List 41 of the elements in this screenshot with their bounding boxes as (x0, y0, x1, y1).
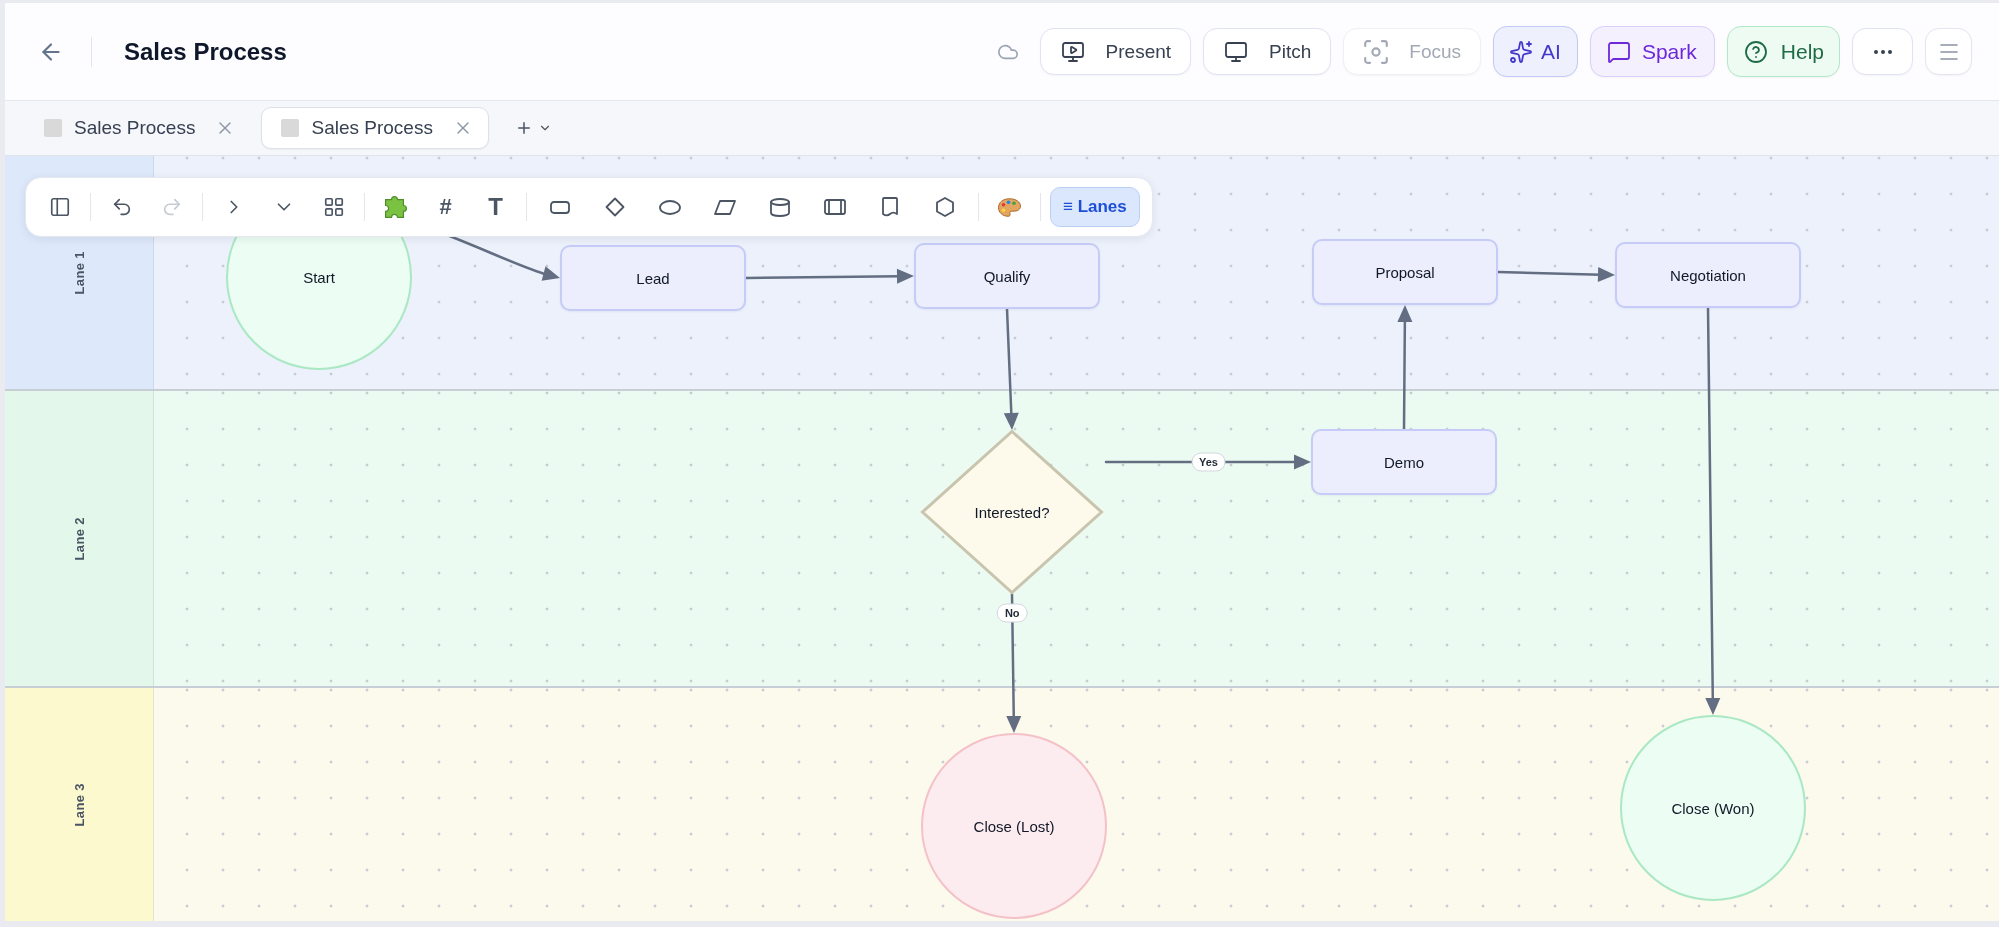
text-tool-button[interactable]: T (474, 187, 517, 227)
pitch-button[interactable]: Pitch (1203, 28, 1332, 75)
lane-label: Lane 2 (71, 516, 87, 561)
lanes-button[interactable]: ≡ Lanes (1050, 187, 1140, 227)
ellipse-icon (659, 199, 681, 215)
spark-button[interactable]: Spark (1589, 26, 1715, 77)
focus-frame-icon (1364, 39, 1389, 64)
grid-icon (322, 196, 345, 218)
ai-button[interactable]: AI (1493, 26, 1578, 77)
square-icon (44, 119, 62, 137)
sparkles-icon (1509, 39, 1534, 64)
puzzle-piece-icon (384, 196, 407, 218)
monitor-play-icon (1060, 39, 1085, 64)
process-node: Demo (1311, 429, 1497, 495)
square-icon (281, 119, 300, 137)
parallelogram-icon (714, 199, 736, 215)
monitor-icon (1224, 39, 1249, 64)
rectangle-icon (550, 200, 570, 214)
document-tab[interactable]: Sales Process (261, 107, 489, 149)
lane-label: Lane 1 (71, 250, 87, 295)
process-node: Negotiation (1615, 242, 1801, 308)
process-shape-icon (824, 199, 846, 215)
decision-node: Interested? (921, 430, 1103, 594)
paint-palette-icon (998, 197, 1021, 217)
ellipsis-icon (1873, 49, 1892, 54)
chat-bubble-icon (1606, 39, 1631, 64)
document-title: Sales Process (124, 37, 287, 66)
hexagon-icon (936, 197, 954, 217)
hash-button[interactable]: # (424, 187, 467, 227)
sidebar-panel-icon (48, 196, 71, 218)
process-node: Qualify (914, 243, 1100, 309)
present-button[interactable]: Present (1039, 28, 1192, 75)
process-node: Proposal (1312, 239, 1498, 305)
lane-label: Lane 3 (71, 782, 87, 827)
help-button[interactable]: Help (1726, 26, 1840, 77)
diamond-icon (605, 197, 625, 217)
document-shape-icon (882, 196, 898, 218)
process-node: Lead (560, 245, 746, 311)
help-icon (1743, 39, 1768, 64)
cylinder-icon (770, 197, 790, 217)
document-tab[interactable]: Sales Process (24, 107, 252, 149)
